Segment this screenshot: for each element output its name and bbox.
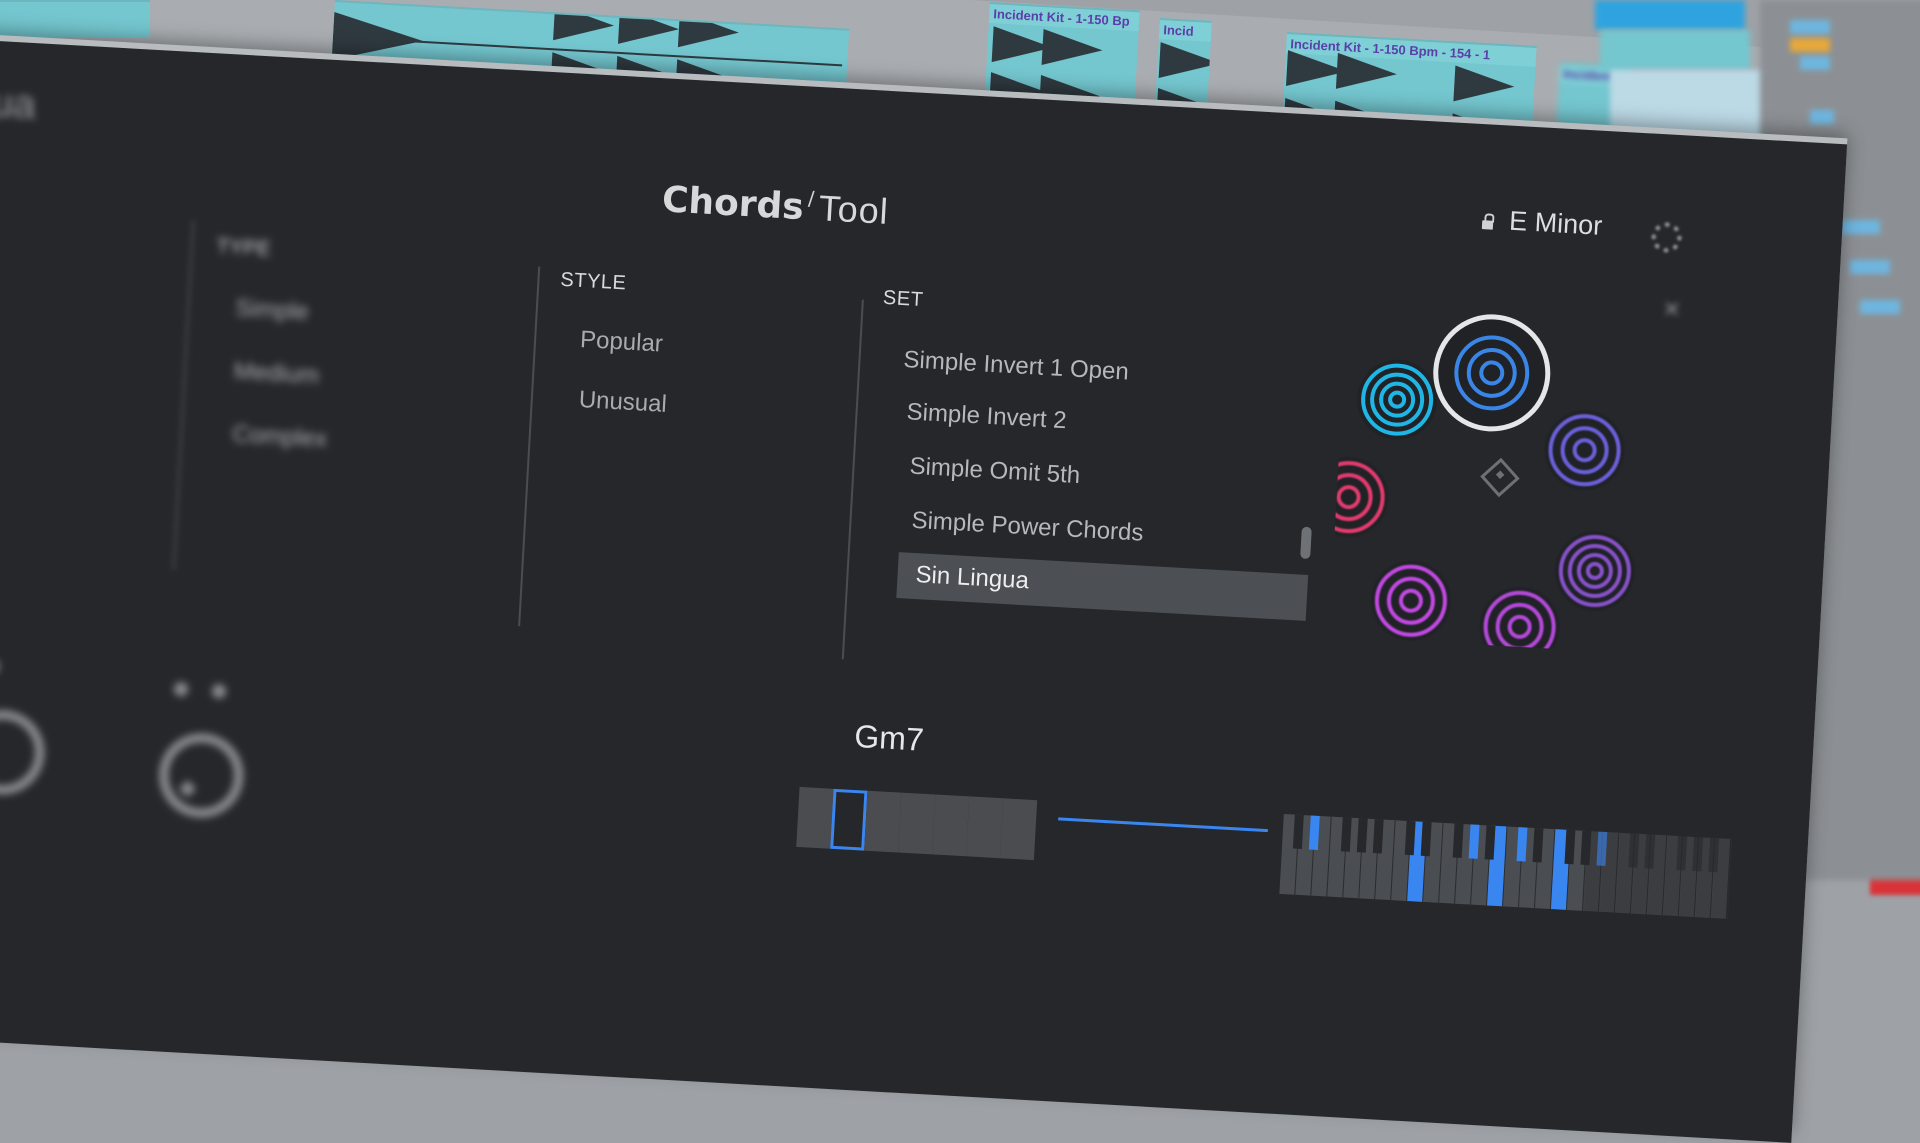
piano-key-black[interactable] [1580,830,1592,866]
type-heading: TYPE [216,235,272,261]
piano-key-black[interactable] [1628,833,1640,868]
lock-icon[interactable] [1481,220,1494,230]
style-heading: STYLE [559,268,627,295]
lock-icon [173,681,189,697]
chord-slot[interactable] [864,790,902,853]
chord-slot[interactable] [898,792,936,855]
piano-key-black[interactable] [1692,836,1704,872]
set-item[interactable]: Simple Invert 2 [906,398,1067,435]
pad-background [1357,359,1438,440]
chord-slot[interactable] [796,786,834,849]
set-item[interactable]: Simple Invert 1 Open [903,346,1130,387]
piano-key-black[interactable] [1596,831,1608,867]
column-divider [518,266,541,627]
column-divider [172,220,195,570]
chord-wheel [1308,297,1667,667]
piano-key-black[interactable] [1484,825,1496,860]
set-item-selected-label: Sin Lingua [914,561,1030,595]
plugin-title: Chords/Tool [661,178,890,233]
chord-slot[interactable] [965,796,1004,859]
pad-background [1370,560,1451,641]
pad-background [1544,410,1625,491]
piano-key-black[interactable] [1644,834,1656,869]
chords-tool-plugin: ngua Chords/Tool E Minor ✕ TYPE Simple M… [0,40,1848,1143]
pad-pink[interactable] [1308,455,1391,539]
piano-key-black[interactable] [1564,829,1576,865]
mixer-button[interactable] [1810,110,1834,124]
piano-key-black[interactable] [1516,827,1528,862]
piano-key-black[interactable] [1356,818,1368,853]
pad-indigo[interactable] [1542,408,1626,492]
waveform [1335,52,1398,93]
pad-violet[interactable] [1553,529,1637,613]
piano-key-black[interactable] [1452,823,1464,858]
chord-slot[interactable] [999,798,1038,861]
mixer-button[interactable] [1790,38,1830,52]
mixer-button[interactable] [1800,56,1830,70]
mixer-button[interactable] [1790,20,1830,34]
pad-cyan[interactable] [1355,357,1439,441]
pad-background [1554,530,1635,611]
progress-line [1058,817,1268,833]
clip-label: Incid [1158,19,1212,42]
session-clip-slot[interactable] [1600,30,1750,70]
set-heading: SET [882,286,924,312]
title-bold: Chords [660,179,805,229]
set-item-selected[interactable]: Sin Lingua [896,552,1309,621]
piano-key-black[interactable] [1420,821,1432,857]
piano-key-black[interactable] [1468,824,1480,859]
gear-icon[interactable] [1650,221,1683,254]
piano-key-black[interactable] [1708,837,1720,873]
current-chord: Gm7 [853,717,925,758]
type-item-medium[interactable]: Medium [233,358,320,391]
type-item-simple[interactable]: Simple [235,295,310,327]
knob[interactable] [157,731,246,820]
type-item-complex[interactable]: Complex [232,421,328,454]
piano-key-black[interactable] [1340,817,1352,852]
pad-blue[interactable] [1433,314,1551,432]
mixer-button[interactable] [1850,260,1890,274]
chord-slot[interactable] [932,794,970,857]
piano-key-black[interactable] [1532,827,1544,863]
audio-clip[interactable] [0,0,150,38]
column-divider [841,299,864,660]
title-tick: / [807,186,816,212]
mixer-button[interactable] [1860,300,1900,314]
title-light: Tool [817,187,890,232]
piano-key-black[interactable] [1292,814,1304,850]
mixer-button[interactable] [1840,220,1880,234]
set-scrollbar[interactable] [1300,526,1312,560]
piano-key-black[interactable] [1372,819,1384,854]
chord-slot[interactable] [830,788,868,851]
piano-key-black[interactable] [1308,815,1320,850]
knob[interactable] [0,708,47,797]
set-item[interactable]: Simple Omit 5th [909,453,1081,490]
piano-key-black[interactable] [1676,836,1688,871]
pin-icon [211,683,227,699]
waveform [1453,65,1516,105]
piano-key-black[interactable] [1404,820,1416,856]
waveform [1041,29,1104,69]
style-item-popular[interactable]: Popular [579,326,663,359]
pad-magenta[interactable] [1477,585,1561,667]
waveform [331,11,425,65]
waveform [1158,42,1212,82]
style-item-unusual[interactable]: Unusual [578,386,667,419]
set-title-fragment: ngua [0,78,37,128]
set-item[interactable]: Simple Power Chords [911,507,1144,548]
key-selector[interactable]: E Minor [1508,206,1603,242]
pad-purple[interactable] [1369,559,1453,643]
session-clip-slot[interactable] [1595,0,1745,30]
